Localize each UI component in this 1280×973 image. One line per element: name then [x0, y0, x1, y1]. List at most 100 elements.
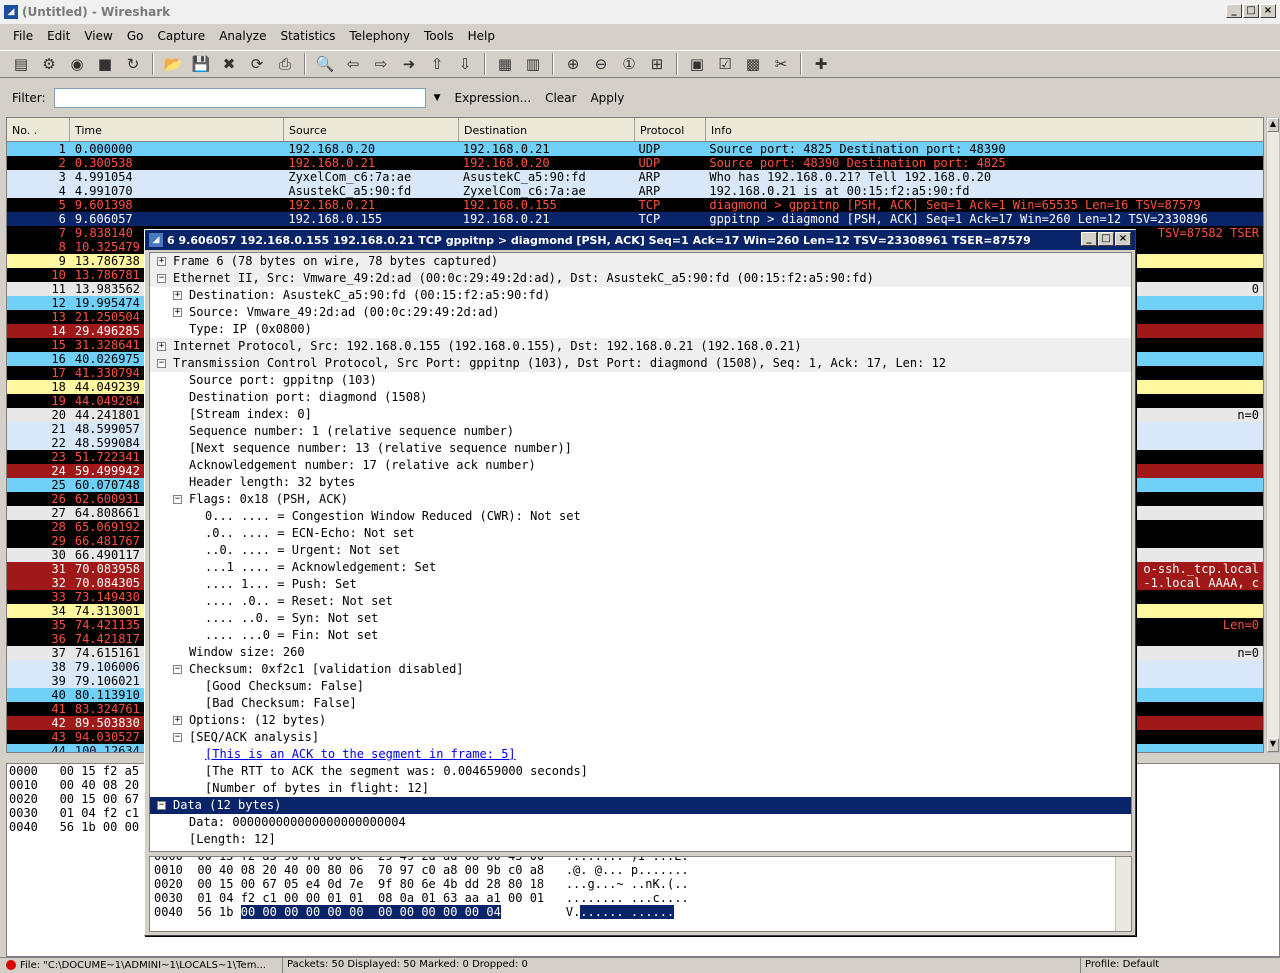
menu-capture[interactable]: Capture	[150, 29, 212, 43]
expand-icon[interactable]: +	[173, 291, 182, 300]
menu-file[interactable]: File	[6, 29, 40, 43]
tree-row[interactable]: Destination port: diagmond (1508)	[150, 389, 1131, 406]
packet-row[interactable]: 5 9.601398 192.168.0.21 192.168.0.155 TCP dia…	[7, 198, 1263, 212]
expand-icon[interactable]: +	[157, 257, 166, 266]
tree-row[interactable]: 0... .... = Congestion Window Reduced (C…	[150, 508, 1131, 525]
restart-capture-icon[interactable]: ↻	[120, 52, 146, 76]
popup-minimize-button[interactable]: _	[1081, 232, 1097, 246]
menu-telephony[interactable]: Telephony	[342, 29, 417, 43]
menu-view[interactable]: View	[77, 29, 119, 43]
capture-options-icon[interactable]: ⚙	[36, 52, 62, 76]
collapse-icon[interactable]: −	[173, 495, 182, 504]
apply-button[interactable]: Apply	[590, 91, 624, 105]
bytes-scrollbar[interactable]	[1115, 857, 1131, 931]
packet-row[interactable]: 1 0.000000 192.168.0.20 192.168.0.21 UDP Sour…	[7, 142, 1263, 156]
print-icon[interactable]: ⎙	[272, 52, 298, 76]
tree-row[interactable]: [Stream index: 0]	[150, 406, 1131, 423]
packet-row[interactable]: 2 0.300538 192.168.0.21 192.168.0.20 UDP Sour…	[7, 156, 1263, 170]
preferences-icon[interactable]: ✂	[768, 52, 794, 76]
back-icon[interactable]: ⇦	[340, 52, 366, 76]
zoom-in-icon[interactable]: ⊕	[560, 52, 586, 76]
menu-help[interactable]: Help	[461, 29, 502, 43]
filter-input[interactable]	[53, 88, 426, 108]
tree-row[interactable]: [Next sequence number: 13 (relative sequ…	[150, 440, 1131, 457]
packet-bytes-pane[interactable]: 0000 00 15 f2 a5 90 fd 00 0c 29 49 2d ad…	[149, 856, 1132, 932]
tree-row[interactable]: + Internet Protocol, Src: 192.168.0.155 (…	[150, 338, 1131, 355]
expert-info-icon[interactable]	[6, 960, 16, 970]
popup-maximize-button[interactable]: □	[1098, 232, 1114, 246]
close-button[interactable]: ×	[1260, 4, 1276, 18]
packet-list-scrollbar[interactable]: ▲ ▼	[1266, 117, 1280, 753]
tree-row[interactable]: Data: 000000000000000000000004	[150, 814, 1131, 831]
close-file-icon[interactable]: ✖	[216, 52, 242, 76]
menu-go[interactable]: Go	[120, 29, 151, 43]
tree-row[interactable]: .... 1... = Push: Set	[150, 576, 1131, 593]
tree-row[interactable]: ..0. .... = Urgent: Not set	[150, 542, 1131, 559]
column-header-time[interactable]: Time	[70, 118, 284, 141]
packet-row[interactable]: 6 9.606057 192.168.0.155 192.168.0.21 TCP gpp…	[7, 212, 1263, 226]
menu-statistics[interactable]: Statistics	[273, 29, 342, 43]
tree-row[interactable]: + Frame 6 (78 bytes on wire, 78 bytes cap…	[150, 253, 1131, 270]
stop-capture-icon[interactable]: ■	[92, 52, 118, 76]
tree-row[interactable]: .... ..0. = Syn: Not set	[150, 610, 1131, 627]
display-filters-icon[interactable]: ☑	[712, 52, 738, 76]
column-header-protocol[interactable]: Protocol	[635, 118, 706, 141]
popup-close-button[interactable]: ×	[1115, 232, 1131, 246]
tree-row[interactable]: + Source: Vmware_49:2d:ad (00:0c:29:49:2d…	[150, 304, 1131, 321]
tree-row[interactable]: .... .0.. = Reset: Not set	[150, 593, 1131, 610]
capture-filters-icon[interactable]: ▣	[684, 52, 710, 76]
scroll-up-icon[interactable]: ▲	[1267, 118, 1279, 132]
zoom-out-icon[interactable]: ⊖	[588, 52, 614, 76]
status-profile[interactable]: Profile: Default	[1080, 957, 1280, 973]
collapse-icon[interactable]: −	[157, 801, 166, 810]
menu-analyze[interactable]: Analyze	[212, 29, 273, 43]
reload-icon[interactable]: ⟳	[244, 52, 270, 76]
expression-button[interactable]: Expression...	[454, 91, 531, 105]
goto-icon[interactable]: ➜	[396, 52, 422, 76]
tree-row[interactable]: Sequence number: 1 (relative sequence nu…	[150, 423, 1131, 440]
tree-row[interactable]: [This is an ACK to the segment in frame:…	[150, 746, 1131, 763]
save-file-icon[interactable]: 💾	[188, 52, 214, 76]
column-header-destination[interactable]: Destination	[459, 118, 635, 141]
tree-row[interactable]: Window size: 260	[150, 644, 1131, 661]
tree-row[interactable]: Type: IP (0x0800)	[150, 321, 1131, 338]
column-header-info[interactable]: Info	[706, 118, 1263, 141]
open-file-icon[interactable]: 📂	[160, 52, 186, 76]
tree-row[interactable]: Source port: gppitnp (103)	[150, 372, 1131, 389]
collapse-icon[interactable]: −	[173, 733, 182, 742]
expand-icon[interactable]: +	[173, 308, 182, 317]
packet-detail-tree[interactable]: + Frame 6 (78 bytes on wire, 78 bytes cap…	[149, 252, 1132, 852]
maximize-button[interactable]: □	[1243, 4, 1259, 18]
forward-icon[interactable]: ⇨	[368, 52, 394, 76]
tree-row[interactable]: − Checksum: 0xf2c1 [validation disabled]	[150, 661, 1131, 678]
collapse-icon[interactable]: −	[173, 665, 182, 674]
minimize-button[interactable]: _	[1226, 4, 1242, 18]
column-header-source[interactable]: Source	[284, 118, 459, 141]
tree-row[interactable]: .0.. .... = ECN-Echo: Not set	[150, 525, 1131, 542]
autoscroll-icon[interactable]: ▥	[520, 52, 546, 76]
help-icon[interactable]: ✚	[808, 52, 834, 76]
first-packet-icon[interactable]: ⇧	[424, 52, 450, 76]
tree-row[interactable]: [Bad Checksum: False]	[150, 695, 1131, 712]
tree-row[interactable]: − Transmission Control Protocol, Src Port…	[150, 355, 1131, 372]
tree-row[interactable]: − Ethernet II, Src: Vmware_49:2d:ad (00:0…	[150, 270, 1131, 287]
tree-row[interactable]: ...1 .... = Acknowledgement: Set	[150, 559, 1131, 576]
tree-row[interactable]: [Number of bytes in flight: 12]	[150, 780, 1131, 797]
normal-size-icon[interactable]: ①	[616, 52, 642, 76]
tree-row[interactable]: − [SEQ/ACK analysis]	[150, 729, 1131, 746]
packet-row[interactable]: 4 4.991070 AsustekC_a5:90:fd ZyxelCom_c6:7a…	[7, 184, 1263, 198]
tree-row[interactable]: .... ...0 = Fin: Not set	[150, 627, 1131, 644]
expand-icon[interactable]: +	[157, 342, 166, 351]
expand-icon[interactable]: +	[173, 716, 182, 725]
tree-row[interactable]: + Options: (12 bytes)	[150, 712, 1131, 729]
find-icon[interactable]: 🔍	[312, 52, 338, 76]
tree-row[interactable]: + Destination: AsustekC_a5:90:fd (00:15:f…	[150, 287, 1131, 304]
resize-columns-icon[interactable]: ⊞	[644, 52, 670, 76]
collapse-icon[interactable]: −	[157, 274, 166, 283]
menu-tools[interactable]: Tools	[417, 29, 461, 43]
last-packet-icon[interactable]: ⇩	[452, 52, 478, 76]
chevron-down-icon[interactable]: ▼	[434, 93, 441, 103]
coloring-rules-icon[interactable]: ▩	[740, 52, 766, 76]
menu-edit[interactable]: Edit	[40, 29, 77, 43]
packet-row[interactable]: 3 4.991054 ZyxelCom_c6:7a:ae AsustekC_a5:90…	[7, 170, 1263, 184]
